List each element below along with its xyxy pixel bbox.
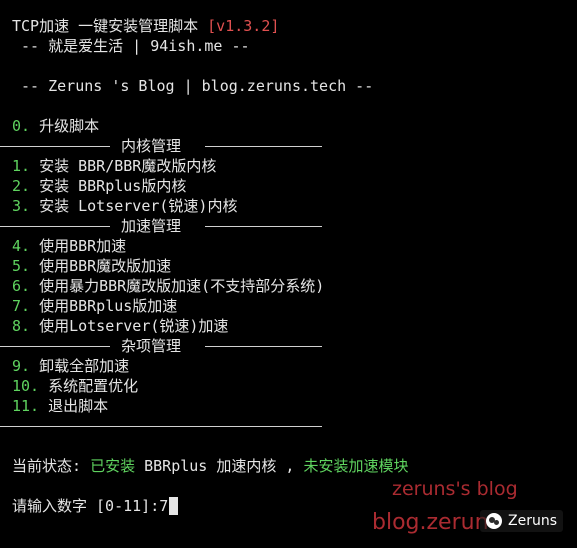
status-line: 当前状态: 已安装 BBRplus 加速内核 , 未安装加速模块 <box>12 456 572 476</box>
menu-label: 使用暴力BBR魔改版加速(不支持部分系统) <box>30 277 325 295</box>
status-kernel: BBRplus 加速内核 , <box>135 457 304 475</box>
watermark-blog-name: zeruns's blog <box>392 478 518 500</box>
menu-label: 安装 BBRplus版内核 <box>30 177 187 195</box>
menu-number: 5. <box>12 257 31 275</box>
menu-label: 退出脚本 <box>39 397 109 415</box>
menu-label: 使用BBR加速 <box>30 237 127 255</box>
menu-label: 使用BBR魔改版加速 <box>30 257 172 275</box>
script-title-line: TCP加速 一键安装管理脚本 [v1.3.2] <box>12 16 572 36</box>
divider <box>205 146 322 147</box>
status-prefix: 当前状态: <box>12 457 91 475</box>
section-header-accel: 加速管理 <box>0 216 322 236</box>
divider <box>0 226 110 227</box>
menu-label: 卸载全部加速 <box>30 357 130 375</box>
status-installed: 已安装 <box>90 457 136 475</box>
menu-number: 1. <box>12 157 31 175</box>
prompt-input-value[interactable]: 7 <box>159 497 168 515</box>
divider <box>0 426 322 427</box>
menu-number: 8. <box>12 317 31 335</box>
menu-item: 9. 卸载全部加速 <box>12 356 572 376</box>
subtitle-line: -- 就是爱生活 | 94ish.me -- <box>12 37 250 55</box>
section-header-misc: 杂项管理 <box>0 336 322 356</box>
menu-item: 8. 使用Lotserver(锐速)加速 <box>12 316 572 336</box>
menu-number: 7. <box>12 297 31 315</box>
section-header-kernel: 内核管理 <box>0 136 322 156</box>
menu-item: 10. 系统配置优化 <box>12 376 572 396</box>
blog-line: -- Zeruns 's Blog | blog.zeruns.tech -- <box>12 77 374 95</box>
section-title: 加速管理 <box>121 217 182 235</box>
menu-label: 安装 Lotserver(锐速)内核 <box>30 197 238 215</box>
menu-number: 3. <box>12 197 31 215</box>
menu-number: 10. <box>12 377 40 395</box>
status-module: 未安装加速模块 <box>303 457 409 475</box>
divider <box>205 346 322 347</box>
text-cursor <box>169 497 179 515</box>
menu-number: 2. <box>12 177 31 195</box>
menu-number: 0. <box>12 117 31 135</box>
bottom-divider <box>0 416 322 436</box>
menu-number: 4. <box>12 237 31 255</box>
section-title: 内核管理 <box>121 137 182 155</box>
wechat-badge: Zeruns <box>480 510 563 532</box>
wechat-icon <box>486 513 502 529</box>
version-label: [v1.3.2] <box>207 17 280 35</box>
menu-label: 使用Lotserver(锐速)加速 <box>30 317 229 335</box>
divider <box>0 146 110 147</box>
badge-label: Zeruns <box>508 513 557 529</box>
section-title: 杂项管理 <box>121 337 182 355</box>
divider <box>205 226 322 227</box>
menu-label: 系统配置优化 <box>39 377 139 395</box>
menu-item: 6. 使用暴力BBR魔改版加速(不支持部分系统) <box>12 276 572 296</box>
menu-label: 升级脚本 <box>30 117 100 135</box>
watermark-blog-url: blog.zerun <box>372 510 489 535</box>
prompt-text: 请输入数字 [0-11]: <box>12 497 160 515</box>
menu-label: 安装 BBR/BBR魔改版内核 <box>30 157 217 175</box>
menu-item: 3. 安装 Lotserver(锐速)内核 <box>12 196 572 216</box>
menu-item: 5. 使用BBR魔改版加速 <box>12 256 572 276</box>
menu-label: 使用BBRplus版加速 <box>30 297 178 315</box>
script-title: TCP加速 一键安装管理脚本 <box>12 17 208 35</box>
menu-item: 2. 安装 BBRplus版内核 <box>12 176 572 196</box>
menu-item: 11. 退出脚本 <box>12 396 572 416</box>
menu-number: 6. <box>12 277 31 295</box>
terminal-output: TCP加速 一键安装管理脚本 [v1.3.2] -- 就是爱生活 | 94ish… <box>0 16 572 516</box>
menu-item-upgrade: 0. 升级脚本 <box>12 116 572 136</box>
menu-item: 1. 安装 BBR/BBR魔改版内核 <box>12 156 572 176</box>
menu-item: 4. 使用BBR加速 <box>12 236 572 256</box>
menu-number: 11. <box>12 397 40 415</box>
menu-item: 7. 使用BBRplus版加速 <box>12 296 572 316</box>
menu-number: 9. <box>12 357 31 375</box>
divider <box>0 346 110 347</box>
